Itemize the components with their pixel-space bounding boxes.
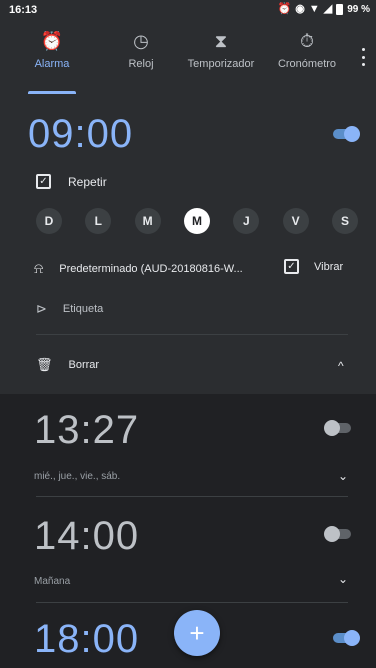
hourglass-icon: ⧗ — [214, 31, 228, 51]
status-bar: 16:13 ⏰ ◉ ▼ ◢ 99 % — [0, 0, 376, 20]
stopwatch-icon: ⏱ — [299, 31, 315, 51]
repeat-row[interactable]: ✓ Repetir — [36, 174, 107, 189]
day-sunday[interactable]: D — [36, 208, 62, 234]
tab-timer[interactable]: ⧗ Temporizador — [176, 30, 266, 70]
alarm-subtitle: Mañana — [34, 576, 71, 587]
alarm-card[interactable]: 13:27 mié., jue., vie., sáb. ⌄ — [0, 394, 376, 498]
tab-clock-label: Reloj — [128, 58, 154, 70]
toggle-knob — [344, 630, 360, 646]
delete-row[interactable]: 🗑 Borrar — [36, 357, 99, 373]
label-row[interactable]: ⊳ Etiqueta — [36, 301, 103, 317]
alarm-toggle[interactable] — [330, 126, 360, 142]
vibrate-checkbox[interactable]: ✓ — [284, 259, 299, 274]
tab-bar: ⏰ Alarma ◷ Reloj ⧗ Temporizador ⏱ Cronóm… — [0, 20, 376, 94]
label-placeholder: Etiqueta — [62, 303, 104, 315]
tab-alarm-label: Alarma — [34, 58, 70, 70]
day-thursday[interactable]: J — [233, 208, 260, 234]
repeat-checkbox[interactable]: ✓ — [36, 174, 51, 189]
tab-timer-label: Temporizador — [187, 58, 255, 70]
chevron-down-icon[interactable]: ⌄ — [338, 469, 348, 483]
divider — [36, 602, 348, 603]
alarm-time[interactable]: 09:00 — [28, 112, 133, 157]
battery-icon — [336, 3, 344, 15]
divider — [36, 334, 348, 335]
tab-stopwatch-label: Cronómetro — [277, 58, 337, 70]
day-saturday[interactable]: S — [331, 208, 358, 234]
trash-icon: 🗑 — [36, 357, 53, 372]
status-icons: ⏰ ◉ ▼ ◢ 99 % — [278, 3, 370, 15]
day-monday[interactable]: L — [85, 208, 112, 234]
alarm-toggle[interactable] — [330, 630, 360, 646]
overflow-menu-button[interactable] — [358, 48, 368, 66]
day-wednesday[interactable]: M — [183, 208, 210, 234]
divider — [36, 496, 348, 497]
menu-dot — [361, 48, 365, 51]
delete-label: Borrar — [68, 359, 100, 371]
chevron-down-icon[interactable]: ⌄ — [338, 572, 348, 586]
tab-stopwatch[interactable]: ⏱ Cronómetro — [262, 30, 352, 70]
label-tag-icon: ⊳ — [36, 301, 47, 316]
day-tuesday[interactable]: M — [134, 208, 161, 234]
wifi-icon: ▼ — [308, 3, 320, 15]
alarm-time[interactable]: 14:00 — [34, 514, 139, 559]
add-alarm-button[interactable]: + — [174, 610, 220, 656]
vibrate-label: Vibrar — [314, 260, 344, 273]
alarm-card-expanded: 09:00 ✓ Repetir D L M M J V S ⍾ Predeter… — [0, 94, 376, 394]
battery-percent: 99 % — [347, 3, 370, 15]
alarm-status-icon: ⏰ — [277, 3, 292, 15]
alarm-toggle[interactable] — [324, 526, 354, 542]
alarm-repeat-days: mié., jue., vie., sáb. — [34, 471, 121, 482]
status-time: 16:13 — [9, 4, 38, 16]
toggle-knob — [324, 420, 340, 436]
repeat-label: Repetir — [68, 174, 107, 189]
toggle-knob — [324, 526, 340, 542]
alarm-time[interactable]: 18:00 — [34, 617, 139, 662]
alarm-time[interactable]: 13:27 — [34, 408, 139, 453]
menu-dot — [361, 55, 365, 59]
signal-icon: ◢ — [323, 3, 333, 15]
day-friday[interactable]: V — [282, 208, 309, 234]
chevron-up-icon[interactable]: ^ — [338, 359, 344, 373]
tab-clock[interactable]: ◷ Reloj — [96, 30, 186, 70]
tab-alarm[interactable]: ⏰ Alarma — [7, 30, 97, 70]
bell-icon: ⍾ — [34, 260, 44, 276]
sound-row[interactable]: ⍾ Predeterminado (AUD-20180816-W... — [34, 260, 259, 277]
alarm-icon: ⏰ — [40, 31, 64, 51]
vibrate-row[interactable]: ✓ Vibrar — [284, 259, 343, 274]
alarm-toggle[interactable] — [324, 420, 354, 436]
clock-icon: ◷ — [133, 31, 149, 51]
alarm-card[interactable]: 14:00 Mañana ⌄ — [0, 498, 376, 603]
data-saver-icon: ◉ — [295, 3, 305, 15]
alarm-sound-name: Predeterminado (AUD-20180816-W... — [59, 262, 243, 275]
weekday-selector: D L M M J V S — [36, 208, 358, 234]
menu-dot — [361, 63, 365, 66]
toggle-knob — [344, 126, 360, 142]
